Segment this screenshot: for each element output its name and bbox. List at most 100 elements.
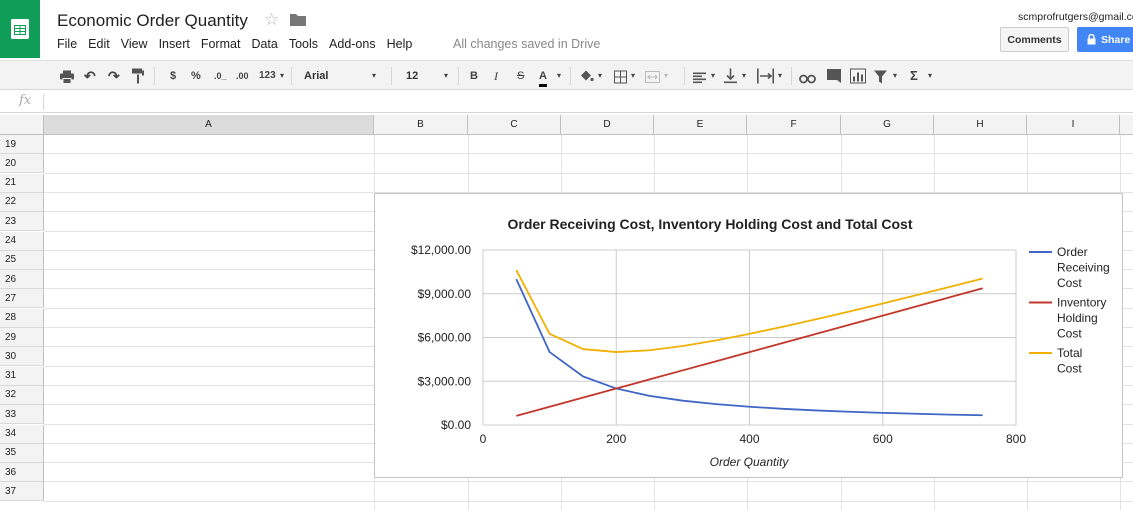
italic-button[interactable]: I <box>494 68 498 84</box>
column-header-b[interactable]: B <box>374 115 468 135</box>
row-header-26[interactable]: 26 <box>0 270 44 290</box>
row-header-21[interactable]: 21 <box>0 173 44 193</box>
menu-bar: File Edit View Insert Format Data Tools … <box>57 37 423 51</box>
insert-comment-icon[interactable] <box>827 68 841 84</box>
redo-icon[interactable]: ↷ <box>108 68 120 84</box>
chevron-down-icon[interactable]: ▾ <box>928 68 932 84</box>
lock-icon <box>1087 34 1096 45</box>
fill-color-icon[interactable] <box>579 68 594 84</box>
toolbar-divider <box>791 67 792 85</box>
insert-chart-icon[interactable] <box>850 68 866 84</box>
insert-link-icon[interactable] <box>799 71 816 87</box>
increase-decimals-button[interactable]: .00 <box>236 68 249 84</box>
share-label: Share <box>1101 33 1131 46</box>
comments-button[interactable]: Comments <box>1000 27 1069 52</box>
share-button[interactable]: Share <box>1077 27 1133 52</box>
column-header-i[interactable]: I <box>1027 115 1120 135</box>
row-header-22[interactable]: 22 <box>0 192 44 212</box>
currency-format-button[interactable]: $ <box>170 68 176 84</box>
menu-file[interactable]: File <box>57 37 77 51</box>
column-header-g[interactable]: G <box>841 115 934 135</box>
row-header-25[interactable]: 25 <box>0 250 44 270</box>
merge-cells-icon[interactable] <box>645 69 660 85</box>
document-title[interactable]: Economic Order Quantity <box>57 11 248 31</box>
row-gridline <box>44 153 1133 155</box>
font-family-select[interactable]: Arial <box>304 66 328 86</box>
chevron-down-icon[interactable]: ▾ <box>372 68 376 84</box>
sheets-logo[interactable] <box>0 0 40 58</box>
column-header-j[interactable] <box>1120 115 1133 135</box>
row-header-30[interactable]: 30 <box>0 347 44 367</box>
column-header-a[interactable]: A <box>44 115 374 135</box>
x-tick-label: 600 <box>873 432 893 446</box>
chevron-down-icon[interactable]: ▾ <box>778 68 782 84</box>
functions-button[interactable]: Σ <box>910 68 918 84</box>
decrease-decimals-button[interactable]: .0_ <box>214 68 227 84</box>
align-left-icon[interactable] <box>693 70 706 86</box>
column-header-e[interactable]: E <box>654 115 747 135</box>
row-header-24[interactable]: 24 <box>0 231 44 251</box>
row-header-20[interactable]: 20 <box>0 154 44 174</box>
chevron-down-icon[interactable]: ▾ <box>664 68 668 84</box>
text-color-button[interactable]: A <box>539 68 547 87</box>
row-header-32[interactable]: 32 <box>0 385 44 405</box>
chart-title: Order Receiving Cost, Inventory Holding … <box>507 216 912 232</box>
chevron-down-icon[interactable]: ▾ <box>280 68 284 84</box>
column-header-c[interactable]: C <box>468 115 561 135</box>
row-header-31[interactable]: 31 <box>0 366 44 386</box>
chevron-down-icon[interactable]: ▾ <box>893 68 897 84</box>
undo-icon[interactable]: ↶ <box>84 68 96 84</box>
filter-icon[interactable] <box>874 69 887 85</box>
chevron-down-icon[interactable]: ▾ <box>444 68 448 84</box>
column-header-f[interactable]: F <box>747 115 841 135</box>
star-icon[interactable]: ☆ <box>264 10 279 30</box>
folder-icon[interactable] <box>290 13 306 26</box>
more-formats-button[interactable]: 123 <box>259 68 276 84</box>
chevron-down-icon[interactable]: ▾ <box>557 68 561 84</box>
paint-format-icon[interactable] <box>132 68 144 84</box>
strikethrough-button[interactable]: S <box>517 68 524 84</box>
row-gridline <box>44 500 1133 502</box>
row-header-34[interactable]: 34 <box>0 424 44 444</box>
text-wrap-icon[interactable] <box>757 68 774 84</box>
percent-format-button[interactable]: % <box>191 68 201 84</box>
toolbar-divider <box>684 67 685 85</box>
menu-help[interactable]: Help <box>387 37 413 51</box>
y-tick-label: $6,000.00 <box>418 331 472 345</box>
vertical-align-icon[interactable] <box>724 68 737 84</box>
select-all-corner[interactable] <box>0 115 44 135</box>
chevron-down-icon[interactable]: ▾ <box>742 68 746 84</box>
row-header-23[interactable]: 23 <box>0 212 44 232</box>
font-size-select[interactable]: 12 <box>406 66 418 86</box>
borders-icon[interactable] <box>614 69 627 85</box>
menu-data[interactable]: Data <box>251 37 277 51</box>
row-header-33[interactable]: 33 <box>0 405 44 425</box>
column-header-h[interactable]: H <box>934 115 1027 135</box>
chevron-down-icon[interactable]: ▾ <box>631 68 635 84</box>
column-header-d[interactable]: D <box>561 115 654 135</box>
spreadsheet-app: Economic Order Quantity ☆ File Edit View… <box>0 0 1133 510</box>
toolbar-divider <box>570 67 571 85</box>
row-header-29[interactable]: 29 <box>0 328 44 347</box>
row-header-35[interactable]: 35 <box>0 443 44 463</box>
chart-legend: Order Receiving Cost Inventory Holding Cost To… <box>1029 245 1110 376</box>
chevron-down-icon[interactable]: ▾ <box>598 68 602 84</box>
bold-button[interactable]: B <box>470 68 478 84</box>
row-header-27[interactable]: 27 <box>0 289 44 309</box>
menu-insert[interactable]: Insert <box>159 37 190 51</box>
menu-format[interactable]: Format <box>201 37 241 51</box>
user-email[interactable]: scmprofrutgers@gmail.com <box>1018 11 1133 23</box>
menu-view[interactable]: View <box>121 37 148 51</box>
menu-edit[interactable]: Edit <box>88 37 110 51</box>
row-gridline <box>44 481 1133 483</box>
row-header-19[interactable]: 19 <box>0 135 44 154</box>
toolbar-divider <box>458 67 459 85</box>
embedded-chart[interactable]: Order Receiving Cost, Inventory Holding … <box>374 193 1123 478</box>
print-icon[interactable] <box>60 69 74 85</box>
menu-addons[interactable]: Add-ons <box>329 37 376 51</box>
row-header-28[interactable]: 28 <box>0 308 44 328</box>
chevron-down-icon[interactable]: ▾ <box>711 68 715 84</box>
menu-tools[interactable]: Tools <box>289 37 318 51</box>
row-header-37[interactable]: 37 <box>0 482 44 502</box>
row-header-36[interactable]: 36 <box>0 463 44 483</box>
